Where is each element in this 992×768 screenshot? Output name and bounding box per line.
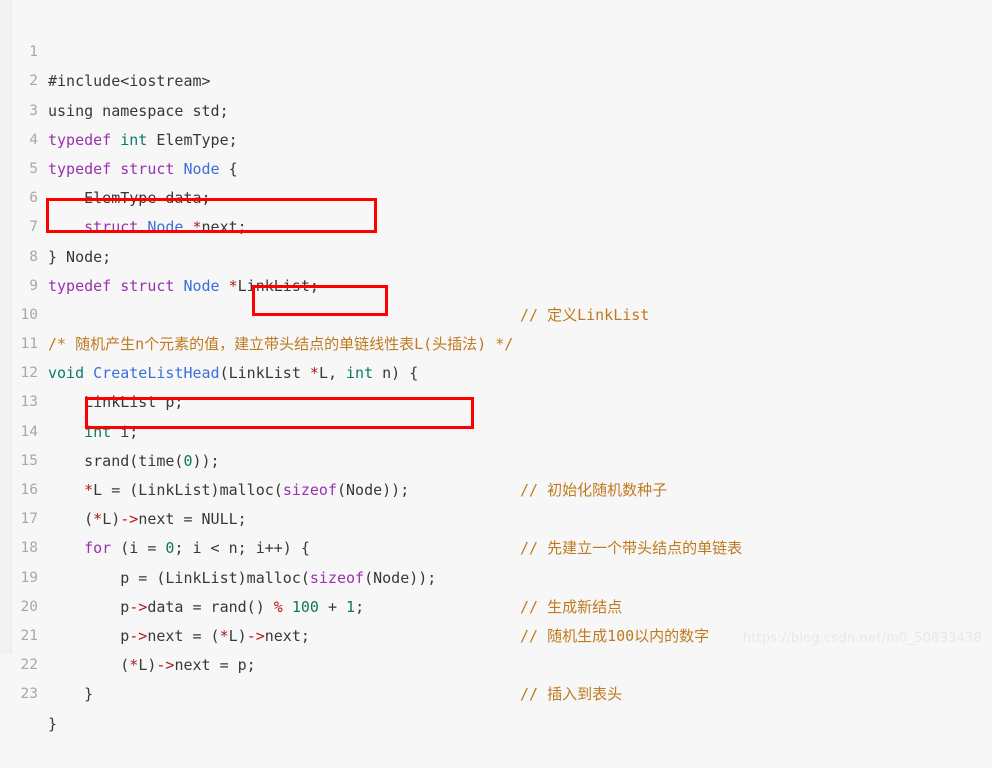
code-line: 1 #include<iostream>	[0, 9, 992, 90]
code-line: 15 *L = (LinkList)malloc(sizeof(Node));	[0, 418, 992, 499]
code-line: 6 struct Node *next;	[0, 155, 992, 236]
code-line: 16 (*L)->next = NULL; // 先建立一个带头结点的单链表	[0, 447, 992, 557]
code-line: 19 p->data = rand() % 100 + 1; // 随机生成10…	[0, 534, 992, 645]
code-line: 4 typedef struct Node {	[0, 97, 992, 178]
code-line: 13 int i;	[0, 359, 992, 440]
code-line: 5 ElemType data;	[0, 126, 992, 207]
code-line: 7 } Node;	[0, 184, 992, 265]
line-source: }	[48, 714, 58, 733]
code-line: 11 void CreateListHead(LinkList *L, int …	[0, 301, 992, 382]
code-line: 8 typedef struct Node *LinkList; // 定义Li…	[0, 213, 992, 324]
code-line: 3 typedef int ElemType;	[0, 67, 992, 149]
code-line: 9	[0, 243, 992, 294]
code-line: 21 (*L)->next = p; // 插入到表头	[0, 593, 992, 703]
code-line: 23 }	[0, 651, 992, 732]
code-line: 10 /* 随机产生n个元素的值，建立带头结点的单链线性表L(头插法) */	[0, 272, 992, 353]
code-line: 17 for (i = 0; i < n; i++) {	[0, 476, 992, 557]
line-number: 23	[20, 686, 38, 703]
code-lines-container: 1 #include<iostream> 2 using namespace s…	[0, 0, 992, 732]
code-snippet-image: 1 #include<iostream> 2 using namespace s…	[0, 0, 992, 733]
line-source: }	[48, 685, 94, 704]
code-line: 14 srand(time(0)); // 初始化随机数种子	[0, 388, 992, 499]
inline-comment: // 插入到表头	[520, 685, 623, 704]
code-line: 20 p->next = (*L)->next;	[0, 564, 992, 645]
code-line: 2 using namespace std;	[0, 38, 992, 119]
watermark: https://blog.csdn.net/m0_50833438	[742, 631, 982, 646]
code-line: 12 LinkList p;	[0, 330, 992, 411]
code-line: 18 p = (LinkList)malloc(sizeof(Node)); /…	[0, 505, 992, 615]
